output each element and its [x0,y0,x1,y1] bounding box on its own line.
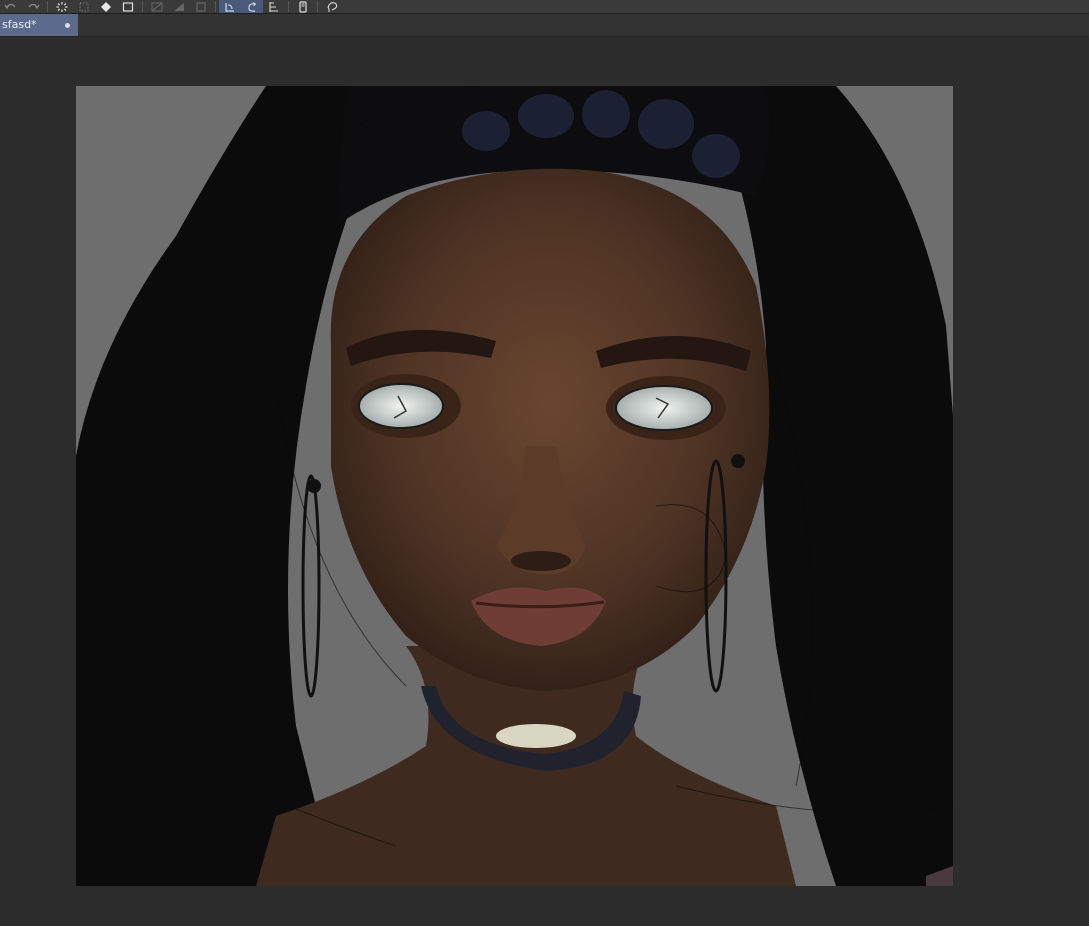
rotate-right-icon [248,1,257,12]
undo-button[interactable] [0,0,22,13]
document-tab-title: sfasd* [2,18,37,31]
command-bar [0,0,1089,14]
select-all-icon [151,2,163,11]
invert-selection-button[interactable] [168,0,190,13]
reference-icon [327,1,338,12]
rotate-left-icon [225,2,234,12]
flip-button[interactable] [263,0,285,13]
loading-spinner-icon [56,1,68,12]
left-eye [358,383,444,429]
reference-button[interactable] [321,0,343,13]
device-icon [299,0,307,13]
redo-icon [28,3,40,9]
crop-icon [196,1,206,12]
toolbar-separator [215,1,216,12]
clear-button[interactable] [73,0,95,13]
document-tab[interactable]: sfasd* [0,14,78,36]
clear-icon [79,2,89,11]
drawing-canvas[interactable] [76,86,953,886]
rotate-left-button[interactable] [219,0,241,13]
transform-icon [122,1,134,12]
toolbar-separator [47,1,48,12]
loading-button[interactable] [51,0,73,13]
toolbar-separator [142,1,143,12]
fill-button[interactable] [95,0,117,13]
rotate-right-button[interactable] [241,0,263,13]
document-tab-bar: sfasd* [0,14,1089,37]
fill-icon [101,1,111,12]
toolbar-separator [288,1,289,12]
artwork-illustration [76,86,953,886]
undo-icon [4,3,16,9]
device-button[interactable] [292,0,314,13]
redo-button[interactable] [22,0,44,13]
unsaved-indicator-icon[interactable] [65,23,70,28]
invert-selection-icon [174,2,184,11]
select-all-button[interactable] [146,0,168,13]
flip-icon [269,1,278,12]
crop-button[interactable] [190,0,212,13]
right-eye [615,385,713,431]
transform-button[interactable] [117,0,139,13]
toolbar-separator [317,1,318,12]
